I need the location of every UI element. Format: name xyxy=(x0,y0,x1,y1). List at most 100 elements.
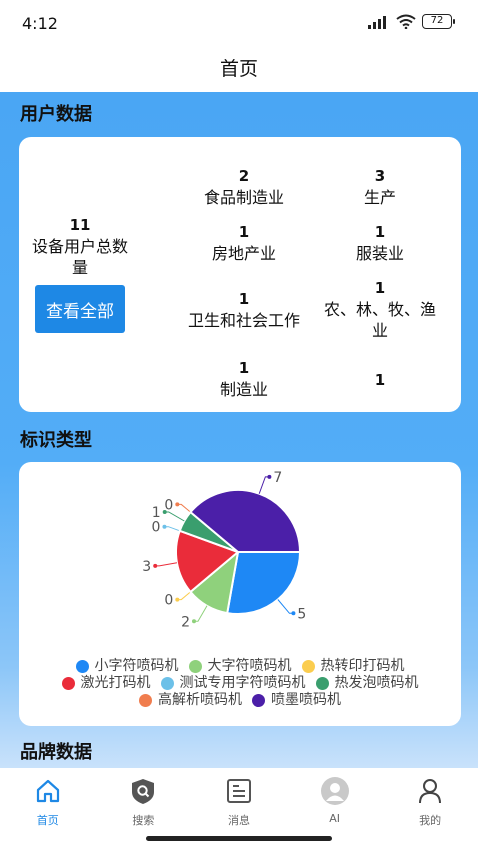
industry-value: 1 xyxy=(238,359,250,377)
total-users-label: 设备用户总数量 xyxy=(31,237,128,277)
legend-dot xyxy=(301,660,315,673)
industry-label: 房地产业 xyxy=(211,244,276,263)
home-indicator xyxy=(146,836,332,841)
pie-leader-line xyxy=(277,599,294,614)
pie-chart: 520301 07 xyxy=(142,470,306,630)
wifi-icon xyxy=(396,14,416,29)
tab-label: 我的 xyxy=(419,814,442,827)
industry-value: 1 xyxy=(238,290,250,308)
legend-dot xyxy=(188,660,202,673)
status-icons: 72 xyxy=(368,14,455,29)
home-icon xyxy=(33,776,63,806)
legend-dot xyxy=(160,677,174,690)
user-data-card: 11 设备用户总数量 查看全部 2 食品制造业 3 生产 1 房地产业 1 服装… xyxy=(19,137,461,412)
tab-home[interactable]: 首页 xyxy=(0,768,96,828)
legend-item[interactable]: 高解析喷码机 xyxy=(139,692,242,709)
legend-label: 激光打码机 xyxy=(80,675,151,691)
industry-item: 1 卫生和社会工作 xyxy=(169,289,319,331)
pie-leader-dot xyxy=(175,597,180,602)
pie-leader-dot xyxy=(175,502,180,507)
pie-data-label: 1 xyxy=(152,505,161,521)
industry-value: 1 xyxy=(374,371,386,389)
industry-item: 1 xyxy=(317,370,443,391)
pie-data-label: 3 xyxy=(142,559,151,575)
app-header: 首页 xyxy=(0,46,478,92)
legend-item[interactable]: 热发泡喷码机 xyxy=(315,675,419,692)
pie-leader-line xyxy=(194,605,208,622)
pie-slice[interactable] xyxy=(226,551,302,615)
legend-dot xyxy=(61,677,75,690)
legend-label: 高解析喷码机 xyxy=(158,692,242,708)
pie-leader-line xyxy=(177,591,191,601)
legend-item[interactable]: 小字符喷码机 xyxy=(75,658,179,675)
industry-value: 1 xyxy=(374,223,386,241)
page-title: 首页 xyxy=(219,58,258,80)
pie-data-label: 2 xyxy=(181,614,190,630)
pie-leader-dot xyxy=(153,563,158,568)
tab-ai[interactable]: AI xyxy=(287,768,383,828)
tab-messages[interactable]: 消息 xyxy=(191,768,287,828)
message-icon xyxy=(224,776,254,806)
pie-leader-line xyxy=(258,476,270,494)
tab-search[interactable]: 搜索 xyxy=(96,768,192,828)
status-time: 4:12 xyxy=(22,14,58,33)
legend-item[interactable]: 热转印打码机 xyxy=(301,658,405,675)
view-all-button[interactable]: 查看全部 xyxy=(35,285,125,333)
battery-icon: 72 xyxy=(422,14,455,29)
industry-item: 1 制造业 xyxy=(169,358,319,400)
tab-label: 搜索 xyxy=(132,814,155,827)
tab-label: 消息 xyxy=(227,814,250,827)
pie-leader-line xyxy=(164,526,180,532)
legend-dot xyxy=(139,694,152,707)
pie-leader-dot xyxy=(267,474,272,479)
legend-label: 大字符喷码机 xyxy=(207,658,292,674)
industry-label: 制造业 xyxy=(219,380,268,399)
bottom-tab-bar: 首页 搜索 消息 AI 我的 xyxy=(0,768,478,828)
legend-dot xyxy=(75,660,89,673)
brand-data-section-title: 品牌数据 xyxy=(20,742,92,763)
legend-label: 热发泡喷码机 xyxy=(334,675,419,691)
pie-data-label: 0 xyxy=(152,520,161,536)
tab-label: AI xyxy=(329,812,340,825)
signal-icon xyxy=(368,15,386,29)
pie-leader-line xyxy=(155,562,178,567)
legend-item[interactable]: 测试专用字符喷码机 xyxy=(160,675,306,692)
industry-item: 3 生产 xyxy=(317,166,443,208)
pie-leader-dot xyxy=(162,524,167,529)
legend-label: 热转印打码机 xyxy=(320,658,405,674)
industry-item: 2 食品制造业 xyxy=(169,166,319,208)
industry-label: 服装业 xyxy=(355,244,404,263)
industry-label: 生产 xyxy=(363,188,396,207)
legend-dot xyxy=(252,694,265,707)
main-content[interactable]: 用户数据 11 设备用户总数量 查看全部 2 食品制造业 3 生产 1 房地产业… xyxy=(0,92,478,768)
legend-dot xyxy=(315,677,329,690)
legend-item[interactable]: 喷墨喷码机 xyxy=(252,692,341,709)
total-users-value: 11 xyxy=(69,216,91,234)
legend-label: 喷墨喷码机 xyxy=(271,692,341,708)
tab-profile[interactable]: 我的 xyxy=(382,768,478,828)
pie-data-label: 0 xyxy=(164,593,173,609)
industry-value: 1 xyxy=(374,279,386,297)
battery-level: 72 xyxy=(430,15,444,26)
industry-value: 1 xyxy=(238,223,250,241)
pie-data-label: 0 xyxy=(164,497,173,513)
user-data-section-title: 用户数据 xyxy=(20,104,92,125)
industry-label: 卫生和社会工作 xyxy=(187,311,300,330)
industry-value: 3 xyxy=(374,167,386,185)
pie-leader-line xyxy=(177,503,191,513)
total-users: 11 设备用户总数量 xyxy=(29,215,131,278)
mark-types-section-title: 标识类型 xyxy=(20,430,92,451)
legend-item[interactable]: 大字符喷码机 xyxy=(188,658,292,675)
industry-value: 2 xyxy=(238,167,250,185)
industry-item: 1 农、林、牧、渔业 xyxy=(317,278,443,341)
pie-data-label: 5 xyxy=(297,606,306,622)
industry-item: 1 服装业 xyxy=(317,222,443,264)
legend-label: 测试专用字符喷码机 xyxy=(179,675,306,691)
search-icon xyxy=(128,776,158,806)
status-bar: 4:12 72 xyxy=(0,0,478,46)
industry-label: 食品制造业 xyxy=(203,188,284,207)
legend-item[interactable]: 激光打码机 xyxy=(61,675,151,692)
chart-legend: 小字符喷码机 大字符喷码机 热转印打码机 激光打码机 测试专用字符喷码机 热发泡… xyxy=(19,658,461,709)
pie-data-label: 7 xyxy=(273,470,282,486)
pie-leader-dot xyxy=(291,611,296,616)
